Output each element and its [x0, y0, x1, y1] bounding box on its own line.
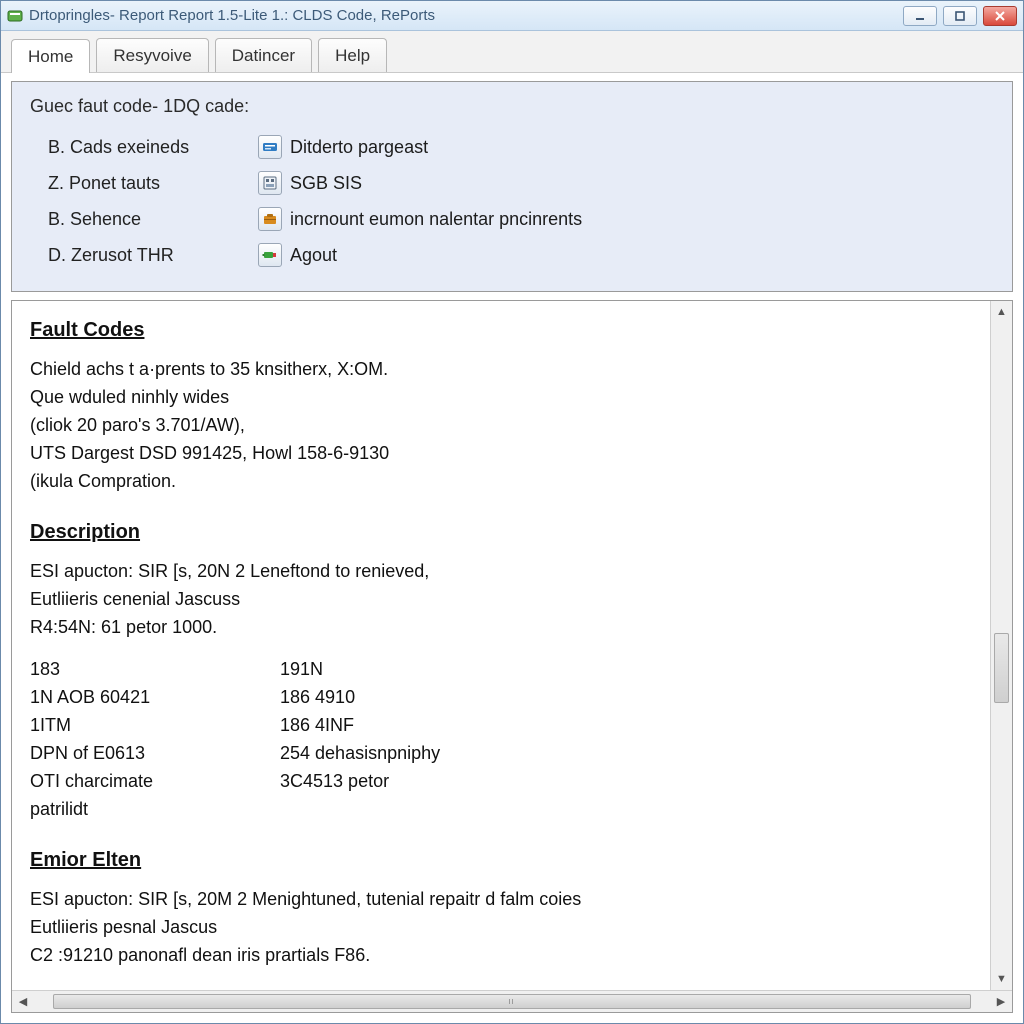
window-title: Drtopringles- Report Report 1.5-Lite 1.:…	[29, 7, 897, 24]
report-line: ESI apucton: SIR [s, 20N 2 Leneftond to …	[30, 558, 972, 586]
report-line: R4:54N: 61 petor 1000.	[30, 614, 972, 642]
scroll-track[interactable]	[991, 323, 1012, 968]
scroll-down-icon[interactable]: ▼	[991, 968, 1012, 990]
section-heading-description: Description	[30, 517, 972, 548]
action-row: D. Zerusot THR Agout	[30, 237, 994, 273]
tab-datincer[interactable]: Datincer	[215, 38, 312, 72]
minimize-button[interactable]	[903, 6, 937, 26]
tab-home[interactable]: Home	[11, 39, 90, 73]
panels: Guec faut code- 1DQ cade: B. Cads exeine…	[1, 73, 1023, 1023]
engine-icon[interactable]	[258, 243, 282, 267]
table-row: 183191N	[30, 656, 972, 684]
section-heading-emior: Emior Elten	[30, 845, 972, 876]
action-link[interactable]: Ditderto pargeast	[290, 137, 428, 158]
horizontal-scrollbar[interactable]: ◀ ▶	[12, 990, 1012, 1012]
tab-help[interactable]: Help	[318, 38, 387, 72]
maximize-button[interactable]	[943, 6, 977, 26]
report-line: Chield achs t a·prents to 35 knsitherx, …	[30, 356, 972, 384]
case-icon[interactable]	[258, 207, 282, 231]
report-body: Fault Codes Chield achs t a·prents to 35…	[12, 301, 990, 990]
titlebar: Drtopringles- Report Report 1.5-Lite 1.:…	[1, 1, 1023, 31]
report-line: UTS Dargest DSD 991425, Howl 158-6-9130	[30, 440, 972, 468]
app-window: Drtopringles- Report Report 1.5-Lite 1.:…	[0, 0, 1024, 1024]
section-heading-fault-codes: Fault Codes	[30, 315, 972, 346]
table-row: patrilidt	[30, 796, 972, 824]
action-row: Z. Ponet tauts SGB SIS	[30, 165, 994, 201]
tab-bar: Home Resyvoive Datincer Help	[1, 31, 1023, 73]
close-button[interactable]	[983, 6, 1017, 26]
report-line: (ikula Compration.	[30, 468, 972, 496]
action-link[interactable]: incrnount eumon nalentar pncinrents	[290, 209, 582, 230]
action-left-label: B. Cads exeineds	[30, 137, 250, 158]
vertical-scrollbar[interactable]: ▲ ▼	[990, 301, 1012, 990]
action-link[interactable]: Agout	[290, 245, 337, 266]
scroll-thumb[interactable]	[53, 994, 971, 1009]
action-row: B. Sehence incrnount eumon nalentar pnci…	[30, 201, 994, 237]
table-row: DPN of E0613254 dehasisnpniphy	[30, 740, 972, 768]
report-line: ESI apucton: SIR [s, 20M 2 Menightuned, …	[30, 886, 972, 914]
scroll-track[interactable]	[34, 991, 990, 1012]
table-row: 1ITM186 4INF	[30, 712, 972, 740]
report-line: C2 :91210 panonafl dean iris prartials F…	[30, 942, 972, 970]
actions-legend: Guec faut code- 1DQ cade:	[30, 96, 994, 117]
action-row: B. Cads exeineds Ditderto pargeast	[30, 129, 994, 165]
app-icon	[7, 8, 23, 24]
report-line: Que wduled ninhly wides	[30, 384, 972, 412]
tab-resyvoive[interactable]: Resyvoive	[96, 38, 208, 72]
report-line: Eutliieris cenenial Jascuss	[30, 586, 972, 614]
action-left-label: D. Zerusot THR	[30, 245, 250, 266]
scroll-right-icon[interactable]: ▶	[990, 991, 1012, 1013]
action-left-label: B. Sehence	[30, 209, 250, 230]
table-row: OTI charcimate3C4513 petor	[30, 768, 972, 796]
window-buttons	[903, 6, 1017, 26]
scroll-left-icon[interactable]: ◀	[12, 991, 34, 1013]
scroll-thumb[interactable]	[994, 633, 1009, 703]
action-left-label: Z. Ponet tauts	[30, 173, 250, 194]
scroll-up-icon[interactable]: ▲	[991, 301, 1012, 323]
drive-icon[interactable]	[258, 135, 282, 159]
report-line: Eutliieris pesnal Jascus	[30, 914, 972, 942]
table-row: 1N AOB 60421186 4910	[30, 684, 972, 712]
module-icon[interactable]	[258, 171, 282, 195]
action-link[interactable]: SGB SIS	[290, 173, 362, 194]
report-line: (cliok 20 paro's 3.701/AW),	[30, 412, 972, 440]
report-panel: Fault Codes Chield achs t a·prents to 35…	[11, 300, 1013, 1013]
actions-panel: Guec faut code- 1DQ cade: B. Cads exeine…	[11, 81, 1013, 292]
